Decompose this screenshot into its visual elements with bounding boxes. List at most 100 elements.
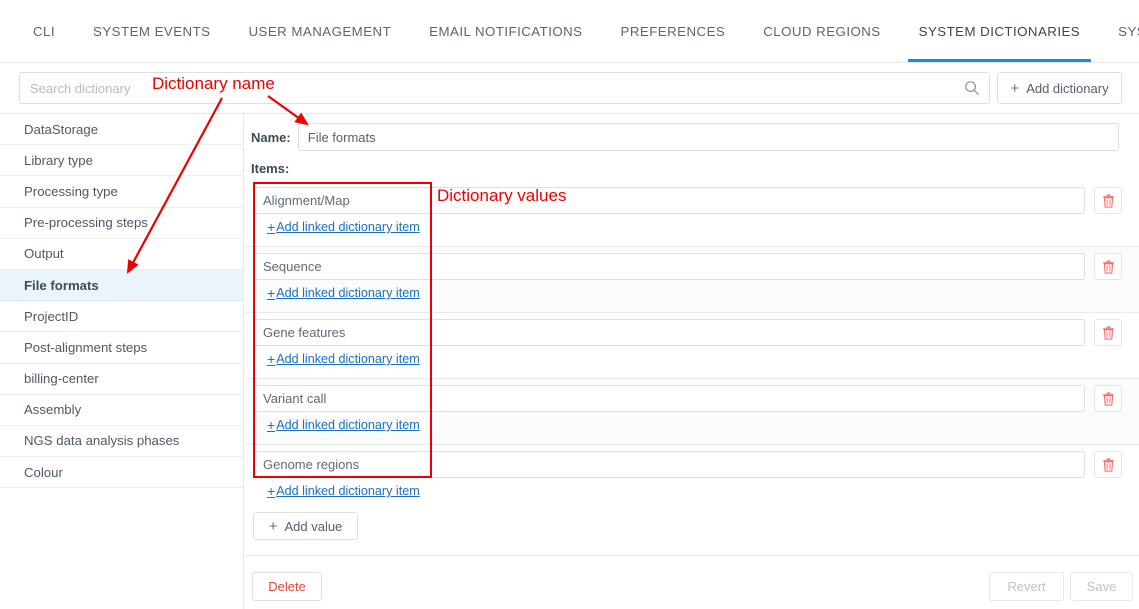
delete-item-button[interactable]: [1094, 253, 1122, 280]
table-row: + Add linked dictionary item: [245, 313, 1139, 379]
search-input[interactable]: [20, 73, 950, 103]
dictionary-item-input[interactable]: [253, 451, 1085, 478]
add-linked-label: Add linked dictionary item: [276, 418, 420, 432]
add-linked-dictionary-item-link[interactable]: + Add linked dictionary item: [267, 417, 420, 433]
tab-cloud-regions[interactable]: CLOUD REGIONS: [744, 0, 899, 62]
tab-list: CLI SYSTEM EVENTS USER MANAGEMENT EMAIL …: [0, 0, 1139, 62]
sidebar-item-ngs-data-analysis-phases[interactable]: NGS data analysis phases: [0, 425, 243, 458]
delete-item-button[interactable]: [1094, 385, 1122, 412]
name-row: Name:: [251, 123, 1131, 151]
tab-system-logs[interactable]: SYSTEM LOGS: [1099, 0, 1139, 62]
save-button[interactable]: Save: [1070, 572, 1133, 601]
sidebar-item-billing-center[interactable]: billing-center: [0, 363, 243, 395]
add-linked-label: Add linked dictionary item: [276, 286, 420, 300]
sidebar-item-label: Colour: [24, 464, 63, 480]
top-tabbar: CLI SYSTEM EVENTS USER MANAGEMENT EMAIL …: [0, 0, 1139, 63]
sidebar-item-processing-type[interactable]: Processing type: [0, 176, 243, 208]
sidebar-item-label: billing-center: [24, 371, 99, 387]
dictionary-name-input[interactable]: [297, 123, 1119, 151]
add-value-button[interactable]: + Add value: [253, 512, 358, 540]
tab-preferences[interactable]: PREFERENCES: [602, 0, 745, 62]
search-box: [19, 72, 990, 104]
add-linked-label: Add linked dictionary item: [276, 220, 420, 234]
sidebar-item-post-alignment-steps[interactable]: Post-alignment steps: [0, 332, 243, 364]
tab-system-dictionaries[interactable]: SYSTEM DICTIONARIES: [900, 0, 1099, 62]
tab-email-notifications[interactable]: EMAIL NOTIFICATIONS: [410, 0, 601, 62]
add-linked-label: Add linked dictionary item: [276, 352, 420, 366]
delete-item-button[interactable]: [1094, 187, 1122, 214]
plus-icon: +: [267, 285, 276, 301]
sidebar-item-label: DataStorage: [24, 121, 99, 137]
name-label: Name:: [251, 129, 291, 145]
delete-dictionary-button[interactable]: Delete: [252, 572, 322, 601]
sidebar-item-label: NGS data analysis phases: [24, 433, 180, 449]
plus-icon: +: [1010, 79, 1020, 97]
dictionary-item-input[interactable]: [253, 187, 1085, 214]
add-linked-dictionary-item-link[interactable]: + Add linked dictionary item: [267, 483, 420, 499]
table-row: + Add linked dictionary item: [245, 181, 1139, 247]
sidebar-item-library-type[interactable]: Library type: [0, 145, 243, 177]
detail-footer: Delete Revert Save: [245, 555, 1139, 609]
table-row: + Add linked dictionary item: [245, 379, 1139, 445]
sidebar-item-colour[interactable]: Colour: [0, 457, 243, 489]
tab-label: USER MANAGEMENT: [248, 23, 392, 39]
add-linked-dictionary-item-link[interactable]: + Add linked dictionary item: [267, 285, 420, 301]
sidebar-item-label: Pre-processing steps: [24, 215, 148, 231]
table-row: + Add linked dictionary item: [245, 445, 1139, 499]
plus-icon: +: [267, 417, 276, 433]
sidebar-item-label: Post-alignment steps: [24, 339, 148, 355]
content-area: DataStorage Library type Processing type…: [0, 113, 1139, 609]
tab-system-events[interactable]: SYSTEM EVENTS: [74, 0, 229, 62]
add-dictionary-button[interactable]: + Add dictionary: [997, 72, 1122, 104]
trash-icon: [1102, 194, 1114, 208]
tab-user-management[interactable]: USER MANAGEMENT: [229, 0, 410, 62]
dictionary-item-input[interactable]: [253, 385, 1085, 412]
plus-icon: +: [268, 517, 278, 535]
trash-icon: [1102, 392, 1114, 406]
dictionary-item-input[interactable]: [253, 253, 1085, 280]
search-icon[interactable]: [964, 80, 980, 96]
sidebar-item-label: Output: [24, 246, 64, 262]
delete-item-button[interactable]: [1094, 319, 1122, 346]
search-toolbar: + Add dictionary: [0, 63, 1139, 113]
tab-label: SYSTEM LOGS: [1118, 23, 1139, 39]
add-dictionary-label: Add dictionary: [1026, 80, 1109, 96]
tab-label: CLOUD REGIONS: [763, 23, 881, 39]
add-linked-dictionary-item-link[interactable]: + Add linked dictionary item: [267, 351, 420, 367]
trash-icon: [1102, 326, 1114, 340]
add-linked-dictionary-item-link[interactable]: + Add linked dictionary item: [267, 219, 420, 235]
app-root: CLI SYSTEM EVENTS USER MANAGEMENT EMAIL …: [0, 0, 1139, 609]
tab-label: SYSTEM DICTIONARIES: [918, 23, 1081, 39]
dictionary-item-input[interactable]: [253, 319, 1085, 346]
delete-item-button[interactable]: [1094, 451, 1122, 478]
dictionary-detail-panel: Name: Items:: [245, 114, 1139, 609]
add-linked-label: Add linked dictionary item: [276, 484, 420, 498]
plus-icon: +: [267, 219, 276, 235]
add-value-label: Add value: [284, 518, 343, 534]
sidebar-item-label: Library type: [24, 152, 93, 168]
tab-label: PREFERENCES: [620, 23, 726, 39]
sidebar-item-label: Processing type: [24, 183, 118, 199]
tab-label: SYSTEM EVENTS: [93, 23, 211, 39]
sidebar-item-label: ProjectID: [24, 308, 79, 324]
plus-icon: +: [267, 351, 276, 367]
sidebar-item-projectid[interactable]: ProjectID: [0, 301, 243, 333]
tab-label: CLI: [33, 23, 56, 39]
sidebar-item-assembly[interactable]: Assembly: [0, 394, 243, 426]
plus-icon: +: [267, 483, 276, 499]
tab-label: EMAIL NOTIFICATIONS: [429, 23, 583, 39]
trash-icon: [1102, 458, 1114, 472]
sidebar-item-output[interactable]: Output: [0, 238, 243, 270]
trash-icon: [1102, 260, 1114, 274]
sidebar-item-label: File formats: [24, 277, 99, 293]
sidebar-item-datastorage[interactable]: DataStorage: [0, 114, 243, 146]
sidebar-item-pre-processing-steps[interactable]: Pre-processing steps: [0, 207, 243, 239]
tab-cli[interactable]: CLI: [14, 0, 74, 62]
items-label: Items:: [251, 161, 290, 176]
revert-button[interactable]: Revert: [989, 572, 1064, 601]
dictionary-list-sidebar: DataStorage Library type Processing type…: [0, 114, 244, 609]
dictionary-items-list: + Add linked dictionary item: [245, 181, 1139, 499]
sidebar-item-file-formats[interactable]: File formats: [0, 269, 243, 302]
sidebar-item-label: Assembly: [24, 402, 82, 418]
table-row: + Add linked dictionary item: [245, 247, 1139, 313]
